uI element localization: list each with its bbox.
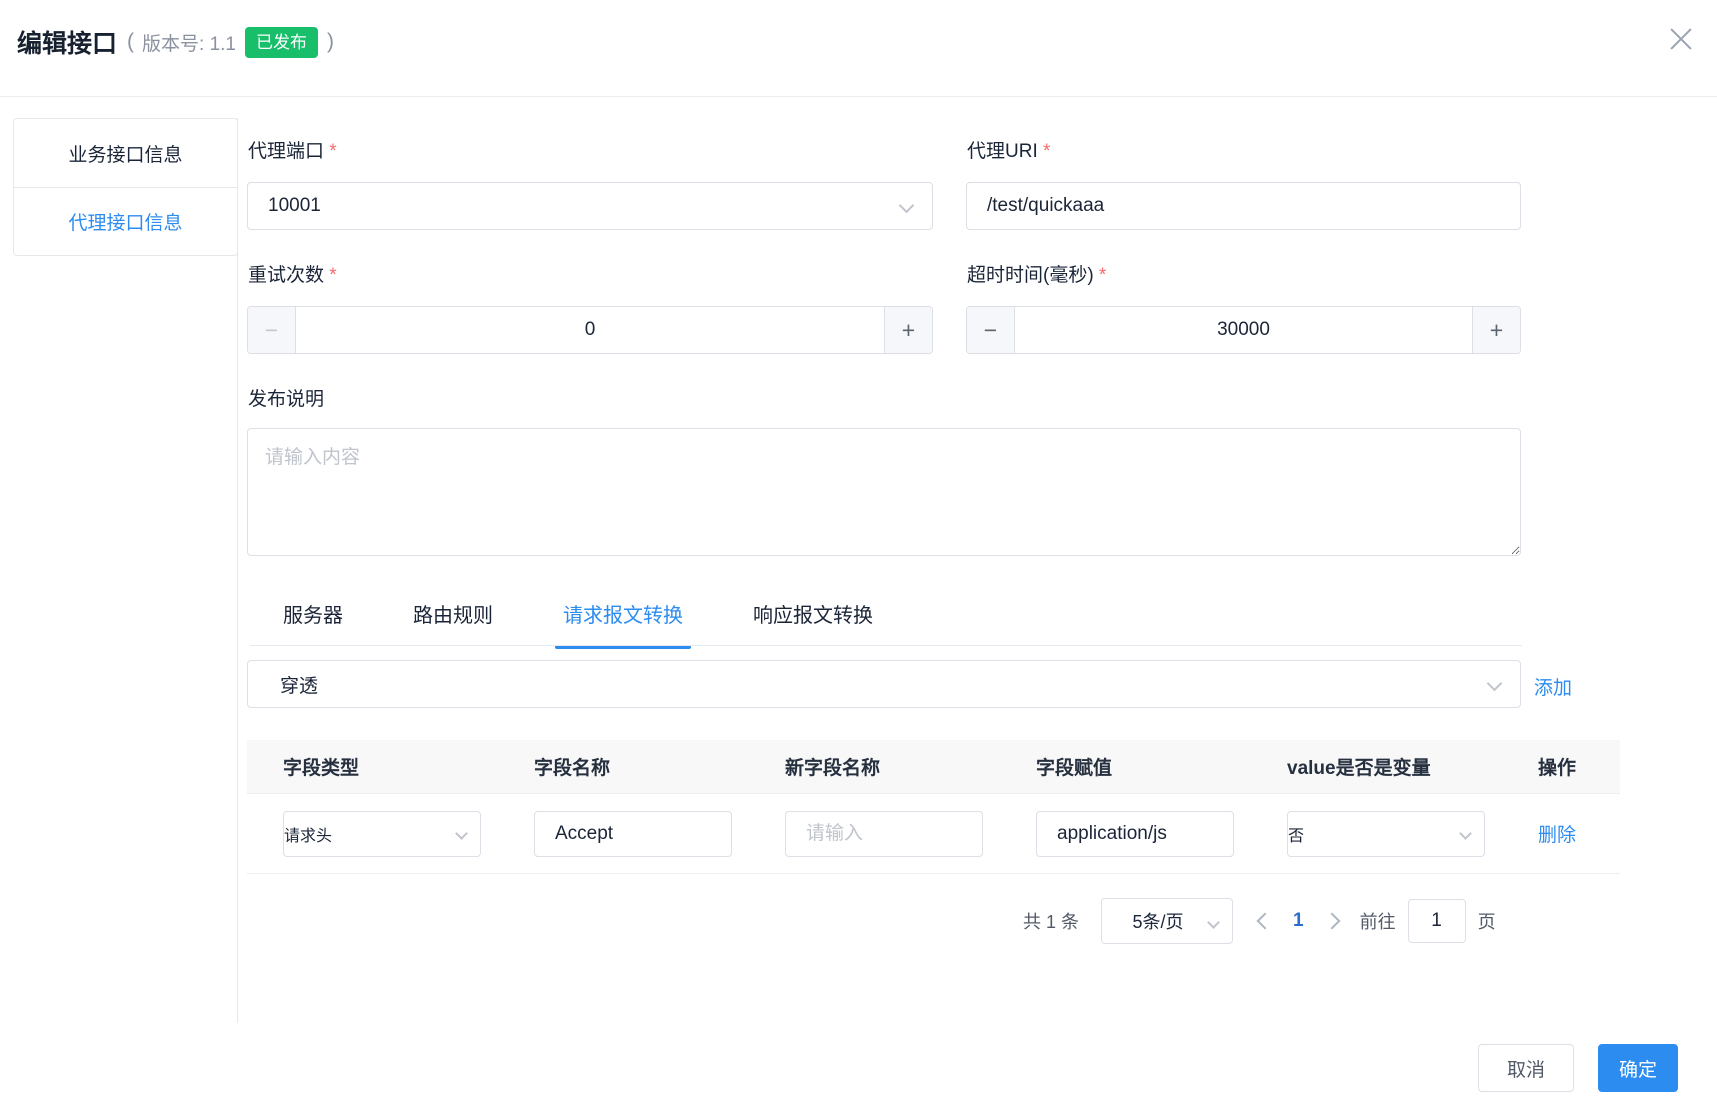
sidebar-divider: [237, 118, 238, 1023]
edit-api-dialog: 编辑接口 ( 版本号: 1.1 已发布 ) 业务接口信息 代理接口信息 代理端口…: [0, 0, 1717, 1120]
publish-note-textarea[interactable]: [247, 428, 1521, 556]
add-row-link[interactable]: 添加: [1534, 673, 1572, 700]
dialog-header: 编辑接口 ( 版本号: 1.1 已发布 ): [17, 24, 334, 60]
paren-open: (: [127, 30, 134, 54]
increase-icon[interactable]: [884, 307, 932, 353]
proxy-uri-field: [966, 182, 1521, 230]
chevron-down-icon: [899, 198, 915, 214]
close-icon[interactable]: [1668, 26, 1694, 52]
decrease-icon[interactable]: [248, 307, 296, 353]
timeout-label: 超时时间(毫秒): [967, 260, 1106, 287]
field-type-value: 请求头: [284, 822, 332, 846]
col-is-variable: value是否是变量: [1251, 753, 1502, 780]
col-new-field-name: 新字段名称: [749, 753, 1000, 780]
prev-page-icon[interactable]: [1257, 913, 1274, 930]
chevron-down-icon: [1459, 827, 1472, 840]
cancel-button[interactable]: 取消: [1478, 1044, 1574, 1092]
goto-label: 前往: [1360, 908, 1396, 934]
field-name-input[interactable]: [535, 823, 800, 845]
col-action: 操作: [1502, 753, 1620, 780]
timeout-input[interactable]: [1015, 307, 1472, 353]
page-size-value: 5条/页: [1133, 908, 1184, 934]
paren-close: ): [327, 30, 334, 54]
decrease-icon[interactable]: [967, 307, 1015, 353]
header-divider: [0, 96, 1717, 97]
proxy-uri-input[interactable]: [967, 195, 1520, 217]
current-page[interactable]: 1: [1289, 910, 1308, 932]
transform-mode-select[interactable]: 穿透: [247, 660, 1521, 708]
proxy-port-value: 10001: [248, 195, 321, 217]
confirm-button[interactable]: 确定: [1598, 1044, 1678, 1092]
chevron-down-icon: [1207, 916, 1220, 929]
dialog-title: 编辑接口: [17, 24, 117, 60]
tab-route-rules[interactable]: 路由规则: [413, 599, 493, 649]
proxy-port-label: 代理端口: [248, 136, 337, 163]
tab-response-transform[interactable]: 响应报文转换: [753, 599, 873, 649]
field-value-field: [1036, 811, 1234, 857]
status-badge: 已发布: [245, 27, 318, 58]
tab-request-transform[interactable]: 请求报文转换: [563, 599, 683, 649]
goto-page-input[interactable]: [1408, 899, 1466, 943]
proxy-uri-label: 代理URI: [967, 136, 1050, 163]
field-type-select[interactable]: 请求头: [283, 811, 481, 857]
transform-tabs: 服务器 路由规则 请求报文转换 响应报文转换: [283, 599, 873, 649]
sidebar-item-proxy-api[interactable]: 代理接口信息: [14, 187, 237, 255]
retry-count-label: 重试次数: [248, 260, 337, 287]
publish-note-label: 发布说明: [248, 384, 324, 411]
transform-table: 字段类型 字段名称 新字段名称 字段赋值 value是否是变量 操作 请求头: [247, 740, 1620, 874]
tab-server[interactable]: 服务器: [283, 599, 343, 649]
pagination: 共 1 条 5条/页 1 前往 页: [1023, 898, 1496, 944]
sidebar-item-business-api[interactable]: 业务接口信息: [14, 119, 237, 187]
sidebar-tabs: 业务接口信息 代理接口信息: [13, 118, 238, 256]
is-variable-value: 否: [1288, 822, 1304, 846]
delete-row-link[interactable]: 删除: [1538, 825, 1576, 846]
transform-mode-value: 穿透: [248, 671, 318, 698]
field-name-field: [534, 811, 732, 857]
tabs-baseline: [250, 645, 1522, 646]
chevron-down-icon: [1487, 676, 1503, 692]
version-info: ( 版本号: 1.1 已发布 ): [127, 27, 334, 58]
increase-icon[interactable]: [1472, 307, 1520, 353]
col-field-name: 字段名称: [498, 753, 749, 780]
is-variable-select[interactable]: 否: [1287, 811, 1485, 857]
col-field-value: 字段赋值: [1000, 753, 1251, 780]
timeout-stepper: [966, 306, 1521, 354]
table-header-row: 字段类型 字段名称 新字段名称 字段赋值 value是否是变量 操作: [247, 740, 1620, 794]
page-unit-label: 页: [1478, 908, 1496, 934]
page-size-select[interactable]: 5条/页: [1101, 898, 1233, 944]
retry-count-stepper: [247, 306, 933, 354]
retry-count-input[interactable]: [296, 307, 884, 353]
next-page-icon[interactable]: [1323, 913, 1340, 930]
new-field-name-input[interactable]: [786, 823, 1051, 845]
chevron-down-icon: [455, 827, 468, 840]
col-field-type: 字段类型: [247, 753, 498, 780]
pagination-total: 共 1 条: [1023, 908, 1079, 934]
new-field-name-field: [785, 811, 983, 857]
proxy-port-select[interactable]: 10001: [247, 182, 933, 230]
field-value-input[interactable]: [1037, 823, 1302, 845]
version-label: 版本号: 1.1: [142, 29, 236, 56]
table-row: 请求头 否: [247, 794, 1620, 874]
